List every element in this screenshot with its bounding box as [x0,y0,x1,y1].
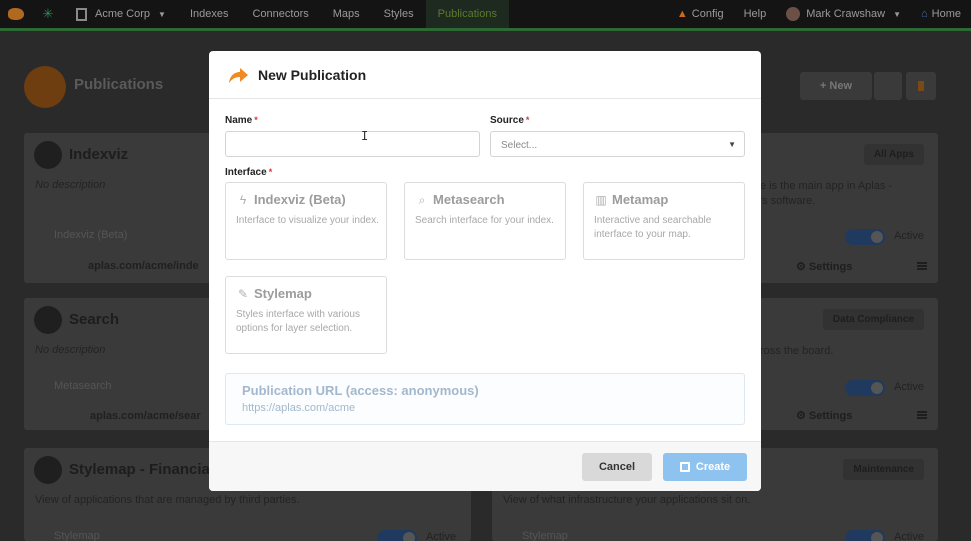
bolt-icon: ϟ [239,193,247,207]
interface-option-metamap[interactable]: ▥ Metamap Interactive and searchable int… [583,182,745,260]
source-label-text: Source [490,115,524,126]
interface-title: Metamap [612,192,669,207]
name-label: Name * [225,115,258,126]
source-placeholder: Select... [501,140,538,151]
required-marker: * [254,115,258,125]
chevron-down-icon: ▼ [893,9,901,19]
interface-description: Interface to visualize your index. [236,215,379,226]
building-icon [76,7,87,21]
dialog-header: New Publication [209,51,761,99]
save-icon [679,462,690,472]
chevron-down-icon: ▼ [728,140,736,149]
url-title: Publication URL (access: anonymous) [242,383,479,398]
cancel-button[interactable]: Cancel [582,453,652,481]
interface-description: Interactive and searchable interface to … [594,215,712,240]
share-icon [229,68,248,83]
avatar [786,7,801,21]
search-icon: ⌕ [418,193,426,207]
config-label: Config [691,8,724,20]
dialog-footer: Cancel Create [209,441,761,491]
interface-label-text: Interface [225,167,267,178]
app-logo-icon[interactable] [0,0,32,28]
nav-publications[interactable]: Publications [425,0,509,28]
interface-title: Metasearch [433,192,505,207]
dialog-title: New Publication [258,67,367,83]
new-publication-dialog: New Publication Name * I Source * Select..… [209,51,761,491]
nav-home[interactable]: ⌂ Home [911,0,971,28]
org-switcher[interactable]: Acme Corp ▼ [64,0,178,28]
nav-connectors[interactable]: Connectors [240,0,320,28]
name-label-text: Name [225,115,253,126]
map-icon: ▥ [595,193,607,207]
source-label: Source * [490,115,529,126]
publication-url-box: Publication URL (access: anonymous) http… [225,373,745,425]
interface-description: Search interface for your index. [415,215,554,226]
interface-title: Stylemap [254,286,312,301]
org-name: Acme Corp [95,8,151,20]
interface-option-indexviz[interactable]: ϟ Indexviz (Beta) Interface to visualize… [225,182,387,260]
interface-option-metasearch[interactable]: ⌕ Metasearch Search interface for your i… [404,182,566,260]
brush-icon: ✎ [237,287,249,301]
required-marker: * [525,115,530,125]
nav-indexes[interactable]: Indexes [178,0,241,28]
source-select[interactable]: Select... ▼ [490,131,745,157]
interface-option-stylemap[interactable]: ✎ Stylemap Styles interface with various… [225,276,387,354]
user-menu[interactable]: Mark Crawshaw ▼ [776,0,911,28]
interface-label: Interface * [225,167,272,178]
interface-description: Styles interface with various options fo… [236,309,360,334]
url-value: https://aplas.com/acme [242,402,356,414]
chevron-down-icon: ▼ [158,9,166,19]
user-name: Mark Crawshaw [806,8,886,20]
nav-config[interactable]: ▲ Config [667,0,734,28]
gear-icon[interactable]: ✳ [32,6,64,22]
warning-icon: ▲ [676,8,688,20]
create-button[interactable]: Create [663,453,747,481]
nav-help[interactable]: Help [734,0,777,28]
name-input[interactable] [225,131,480,157]
create-label: Create [695,461,731,473]
nav-maps[interactable]: Maps [321,0,372,28]
text-cursor-icon: I [361,129,369,143]
home-icon: ⌂ [921,8,928,20]
home-label: Home [931,8,961,20]
nav-styles[interactable]: Styles [372,0,426,28]
top-navbar: ✳ Acme Corp ▼ Indexes Connectors Maps St… [0,0,971,31]
required-marker: * [268,167,273,177]
interface-title: Indexviz (Beta) [254,192,346,207]
